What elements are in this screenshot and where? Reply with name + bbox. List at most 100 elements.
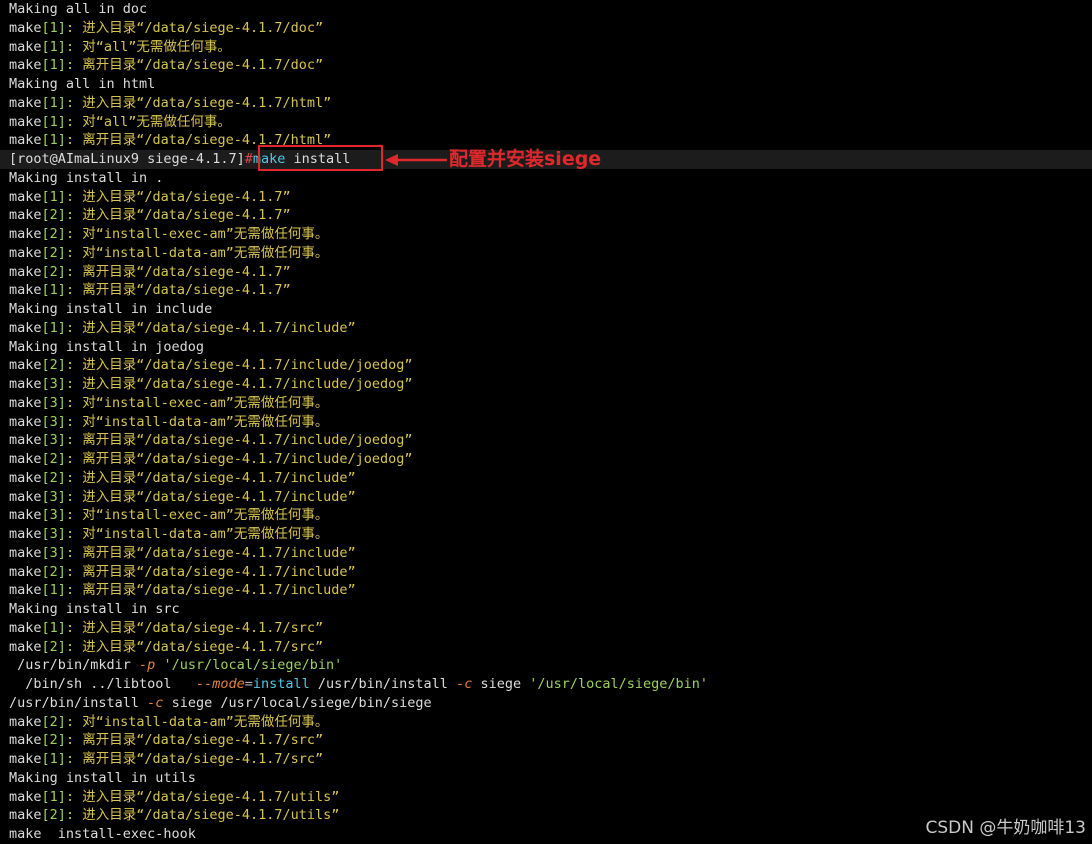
- make-message: 进入目录“/data/siege-4.1.7”: [82, 207, 291, 224]
- make-keyword: make: [9, 113, 42, 130]
- make-keyword: make: [9, 376, 42, 392]
- make-message: 进入目录“/data/siege-4.1.7/utils”: [82, 807, 340, 824]
- terminal-line: /usr/bin/mkdir -p '/usr/local/siege/bin': [9, 656, 1092, 675]
- make-colon: :: [65, 226, 83, 242]
- terminal-line: make[1]: 对“all”无需做任何事。: [9, 113, 1092, 132]
- make-bracket: [: [41, 619, 50, 636]
- terminal-line: make[2]: 对“install-data-am”无需做任何事。: [9, 244, 1092, 263]
- make-message: 进入目录“/data/siege-4.1.7/include”: [82, 319, 356, 336]
- terminal-line: make[3]: 进入目录“/data/siege-4.1.7/include”: [9, 488, 1092, 507]
- make-bracket: [: [41, 507, 50, 524]
- make-message: 进入目录“/data/siege-4.1.7/html”: [82, 94, 332, 111]
- make-colon: :: [65, 207, 83, 224]
- output-segment: -c: [456, 676, 473, 692]
- make-colon: :: [65, 469, 83, 486]
- make-level: 3: [49, 432, 58, 449]
- make-keyword: make: [9, 94, 42, 111]
- output-text: Making install in utils: [9, 769, 196, 786]
- output-segment: /usr/bin/mkdir: [9, 657, 140, 674]
- output-segment: '/usr/local/siege/bin': [163, 657, 343, 674]
- make-bracket: ]: [57, 526, 66, 542]
- make-colon: :: [65, 263, 83, 280]
- make-bracket: [: [41, 132, 50, 149]
- output-segment: /usr/bin/install: [9, 694, 148, 711]
- make-keyword: make: [9, 319, 42, 336]
- make-message: 对“install-data-am”无需做任何事。: [82, 413, 329, 430]
- make-bracket: [: [41, 263, 50, 280]
- make-bracket: ]: [57, 57, 66, 74]
- make-level: 3: [49, 413, 58, 430]
- make-bracket: [: [41, 376, 50, 392]
- make-level: 1: [49, 788, 58, 805]
- make-keyword: make: [9, 751, 42, 767]
- make-level: 3: [49, 394, 58, 411]
- terminal-line: Making install in joedog: [9, 338, 1092, 357]
- output-text: Making install in joedog: [9, 338, 205, 355]
- terminal-line: make[1]: 进入目录“/data/siege-4.1.7/doc”: [9, 19, 1092, 38]
- prompt-symbol: #: [244, 151, 253, 167]
- terminal-line: /usr/bin/install -c siege /usr/local/sie…: [9, 694, 1092, 713]
- make-level: 2: [49, 563, 58, 580]
- make-keyword: make: [9, 638, 42, 655]
- command-highlight-box: [258, 145, 383, 171]
- make-level: 1: [49, 57, 58, 74]
- make-bracket: [: [41, 432, 50, 449]
- terminal-line: make[2]: 进入目录“/data/siege-4.1.7”: [9, 206, 1092, 225]
- make-keyword: make: [9, 357, 42, 374]
- make-message: 进入目录“/data/siege-4.1.7/include/joedog”: [82, 376, 413, 392]
- make-bracket: ]: [57, 94, 66, 111]
- terminal-output[interactable]: Making all in doc make[1]: 进入目录“/data/sie…: [0, 0, 1092, 844]
- output-text: make install-exec-hook: [9, 826, 196, 842]
- terminal-line: make[1]: 进入目录“/data/siege-4.1.7/include”: [9, 319, 1092, 338]
- make-bracket: [: [41, 563, 50, 580]
- make-colon: :: [65, 319, 83, 336]
- make-colon: :: [65, 38, 83, 55]
- terminal-line: make[1]: 离开目录“/data/siege-4.1.7”: [9, 281, 1092, 300]
- make-keyword: make: [9, 563, 42, 580]
- make-bracket: [: [41, 638, 50, 655]
- make-level: 1: [49, 582, 58, 599]
- make-keyword: make: [9, 226, 42, 242]
- make-colon: :: [65, 57, 83, 74]
- output-segment: -c: [147, 694, 164, 711]
- make-level: 3: [49, 507, 58, 524]
- make-keyword: make: [9, 713, 42, 730]
- make-level: 1: [49, 319, 58, 336]
- make-colon: :: [65, 732, 83, 749]
- annotation-label: 配置并安装siege: [449, 148, 602, 170]
- make-message: 对“install-data-am”无需做任何事。: [82, 244, 329, 261]
- make-level: 2: [49, 207, 58, 224]
- make-bracket: [: [41, 413, 50, 430]
- make-bracket: ]: [57, 788, 66, 805]
- make-message: 离开目录“/data/siege-4.1.7/include”: [82, 582, 356, 599]
- make-keyword: make: [9, 57, 42, 74]
- make-message: 离开目录“/data/siege-4.1.7/include/joedog”: [82, 432, 413, 449]
- make-keyword: make: [9, 526, 42, 542]
- terminal-line: make[2]: 离开目录“/data/siege-4.1.7/include/…: [9, 450, 1092, 469]
- make-message: 对“install-data-am”无需做任何事。: [82, 526, 329, 542]
- make-bracket: ]: [57, 807, 66, 824]
- make-keyword: make: [9, 188, 42, 205]
- make-keyword: make: [9, 413, 42, 430]
- make-bracket: ]: [57, 263, 66, 280]
- make-level: 3: [49, 488, 58, 505]
- make-bracket: ]: [57, 38, 66, 55]
- terminal-line: make[1]: 进入目录“/data/siege-4.1.7/src”: [9, 619, 1092, 638]
- terminal-line: make[1]: 进入目录“/data/siege-4.1.7”: [9, 188, 1092, 207]
- make-message: 对“all”无需做任何事。: [82, 113, 231, 130]
- output-text: Making all in html: [9, 76, 156, 92]
- terminal-line: make[3]: 对“install-exec-am”无需做任何事。: [9, 394, 1092, 413]
- terminal-line: make[2]: 离开目录“/data/siege-4.1.7/include”: [9, 563, 1092, 582]
- make-keyword: make: [9, 507, 42, 524]
- make-bracket: ]: [57, 544, 66, 561]
- make-keyword: make: [9, 582, 42, 599]
- make-colon: :: [65, 638, 83, 655]
- make-message: 进入目录“/data/siege-4.1.7/include”: [82, 488, 356, 505]
- make-colon: :: [65, 526, 83, 542]
- terminal-line: make[2]: 对“install-exec-am”无需做任何事。: [9, 225, 1092, 244]
- output-text: Making all in doc: [9, 1, 148, 17]
- make-bracket: [: [41, 57, 50, 74]
- make-level: 2: [49, 263, 58, 280]
- terminal-line: make[1]: 进入目录“/data/siege-4.1.7/html”: [9, 94, 1092, 113]
- make-message: 进入目录“/data/siege-4.1.7/include”: [82, 469, 356, 486]
